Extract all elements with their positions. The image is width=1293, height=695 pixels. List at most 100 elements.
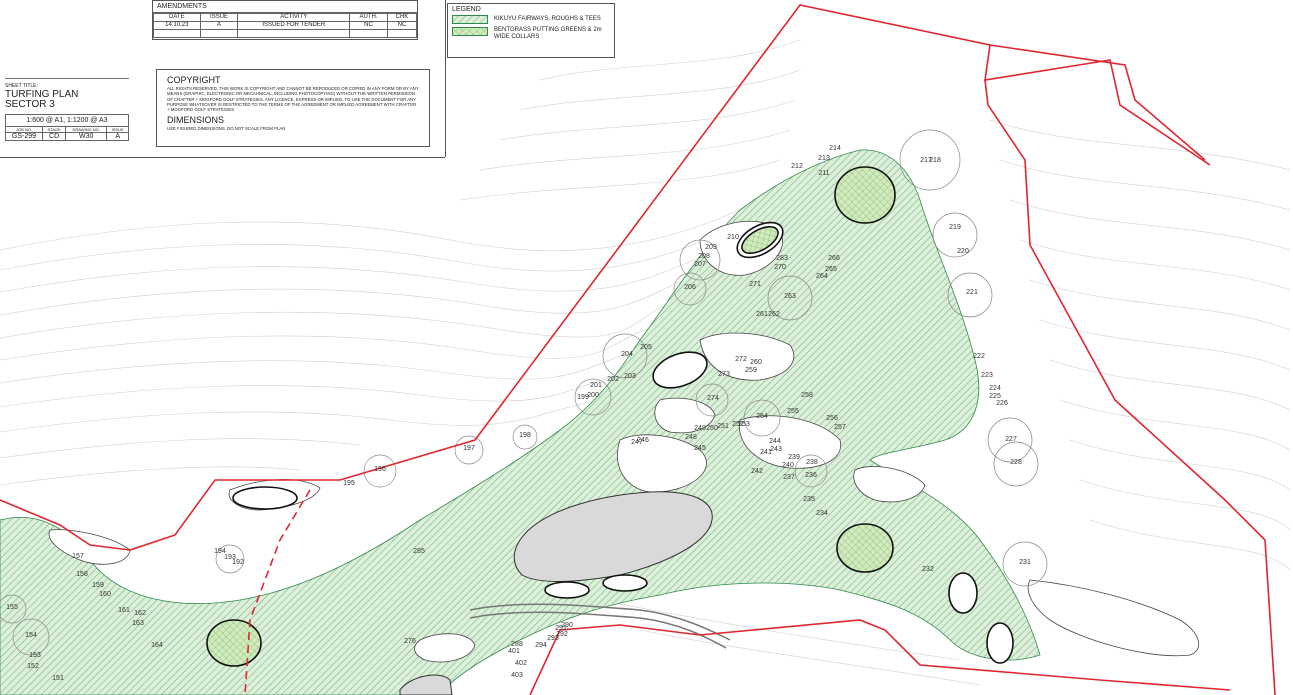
sprinkler-label: 223	[981, 372, 993, 379]
sprinkler-label: 251	[717, 423, 729, 430]
sprinkler-label: 271	[749, 281, 761, 288]
sprinkler-label: 161	[118, 607, 130, 614]
legend-item-kikuyu: KIKUYU FAIRWAYS, ROUGHS & TEES	[452, 15, 610, 24]
sprinkler-label: 264	[816, 273, 828, 280]
amendments-panel: AMENDMENTS DATE ISSUE ACTIVITY AUTH. CHK…	[152, 0, 418, 40]
legend-item-bentgrass: BENTGRASS PUTTING GREENS & 2m WIDE COLLA…	[452, 27, 610, 41]
sprinkler-label: 239	[788, 454, 800, 461]
sprinkler-label: 234	[816, 510, 828, 517]
sprinkler-label: 274	[707, 395, 719, 402]
sprinkler-label: 263	[784, 293, 796, 300]
sprinkler-label: 154	[25, 632, 37, 639]
sprinkler-label: 272	[735, 356, 747, 363]
amend-cell: A	[199, 21, 239, 30]
amend-col-date: DATE	[153, 13, 201, 22]
sprinkler-label: 244	[769, 438, 781, 445]
sprinkler-label: 209	[705, 244, 717, 251]
copyright-heading: COPYRIGHT	[167, 75, 221, 85]
sprinkler-label: 155	[6, 604, 18, 611]
sprinkler-label: 204	[621, 351, 633, 358]
sprinkler-label: 237	[783, 474, 795, 481]
amendments-table: DATE ISSUE ACTIVITY AUTH. CHK 14.10.23 A…	[153, 13, 418, 38]
amend-cell: ISSUED FOR TENDER	[237, 21, 351, 30]
dimensions-text: USE FIGURED DIMENSIONS. DO NOT SCALE FRO…	[167, 126, 286, 132]
title-block-border-right	[445, 0, 446, 157]
sprinkler-label: 235	[803, 496, 815, 503]
sprinkler-label: 257	[834, 424, 846, 431]
sprinkler-label: 200	[587, 392, 599, 399]
drawing-no-value: W30	[65, 132, 108, 141]
amend-cell	[349, 29, 388, 38]
sprinkler-label: 242	[751, 468, 763, 475]
sprinkler-label: 201	[590, 382, 602, 389]
amend-cell: NC	[386, 21, 418, 30]
sprinkler-label: 218	[929, 157, 941, 164]
dimensions-heading: DIMENSIONS	[167, 115, 225, 126]
sprinkler-label: 226	[996, 400, 1008, 407]
sprinkler-label: 294	[535, 642, 547, 649]
sprinkler-label: 195	[343, 480, 355, 487]
sprinkler-label: 273	[718, 371, 730, 378]
sheet-title-block: SHEET TITLE: TURFING PLAN SECTOR 3 1:600…	[5, 78, 129, 141]
sprinkler-label: 196	[374, 466, 386, 473]
sprinkler-label: 212	[791, 163, 803, 170]
sprinkler-label: 285	[413, 548, 425, 555]
sprinkler-label: 158	[76, 571, 88, 578]
issue-value: A	[106, 132, 129, 141]
sprinkler-label: 152	[27, 663, 39, 670]
sprinkler-label: 192	[232, 559, 244, 566]
legend-panel: LEGEND KIKUYU FAIRWAYS, ROUGHS & TEES BE…	[447, 3, 615, 58]
sprinkler-label: 232	[922, 566, 934, 573]
sprinkler-label: 151	[52, 675, 64, 682]
sprinkler-label: 403	[511, 672, 523, 679]
sprinkler-label: 220	[957, 248, 969, 255]
sprinkler-label: 288	[511, 641, 523, 648]
sprinkler-label: 258	[801, 392, 813, 399]
sprinkler-label: 291	[555, 625, 567, 632]
sprinkler-label: 211	[818, 170, 829, 177]
sprinkler-label: 221	[966, 289, 978, 296]
sprinkler-label: 254	[756, 413, 768, 420]
legend-title: LEGEND	[452, 6, 481, 13]
sprinkler-label: 292	[556, 631, 568, 638]
sprinkler-label: 248	[685, 434, 697, 441]
amend-col-activity: ACTIVITY	[237, 13, 351, 22]
sprinkler-label: 210	[727, 234, 739, 241]
sprinkler-label: 245	[694, 445, 706, 452]
stage-value: CD	[41, 132, 67, 141]
bentgrass-swatch-icon	[452, 27, 488, 36]
sheet-scale: 1:600 @ A1, 1:1200 @ A3	[5, 114, 129, 127]
sprinkler-label: 207	[694, 261, 706, 268]
sprinkler-label: 197	[463, 445, 475, 452]
sprinkler-label: 236	[805, 472, 817, 479]
legend-item-label: BENTGRASS PUTTING GREENS & 2m WIDE COLLA…	[494, 27, 602, 40]
sprinkler-label: 246	[637, 437, 649, 444]
sprinkler-label: 402	[515, 660, 527, 667]
sheet-info-table: 1:600 @ A1, 1:1200 @ A3 JOB NO. STAGE DR…	[5, 114, 129, 141]
sprinkler-label: 252	[732, 421, 744, 428]
amend-col-chk: CHK	[386, 13, 418, 22]
title-block-border	[0, 157, 445, 158]
amend-col-issue: ISSUE	[199, 13, 239, 22]
sprinkler-label: 260	[750, 359, 762, 366]
sprinkler-label: 261	[756, 311, 768, 318]
job-no-value: GS-299	[5, 132, 43, 141]
sprinkler-label: 240	[782, 462, 794, 469]
sprinkler-label: 164	[151, 642, 163, 649]
sprinkler-label: 241	[760, 449, 772, 456]
amend-cell: NC	[349, 21, 388, 30]
copyright-panel: COPYRIGHT ALL RIGHTS RESERVED. THIS WORK…	[156, 69, 430, 147]
sprinkler-label: 401	[508, 648, 520, 655]
amend-cell	[386, 29, 418, 38]
sprinkler-label: 256	[826, 415, 838, 422]
sprinkler-label: 157	[72, 553, 84, 560]
amend-cell	[199, 29, 239, 38]
sprinkler-label: 255	[787, 408, 799, 415]
sprinkler-label: 259	[745, 367, 757, 374]
sprinkler-label: 276	[404, 638, 416, 645]
sprinkler-label: 213	[818, 155, 830, 162]
sprinkler-label: 160	[99, 591, 111, 598]
copyright-text: ALL RIGHTS RESERVED. THIS WORK IS COPYRI…	[167, 86, 419, 113]
sprinkler-label: 153	[29, 652, 41, 659]
amend-cell	[237, 29, 351, 38]
